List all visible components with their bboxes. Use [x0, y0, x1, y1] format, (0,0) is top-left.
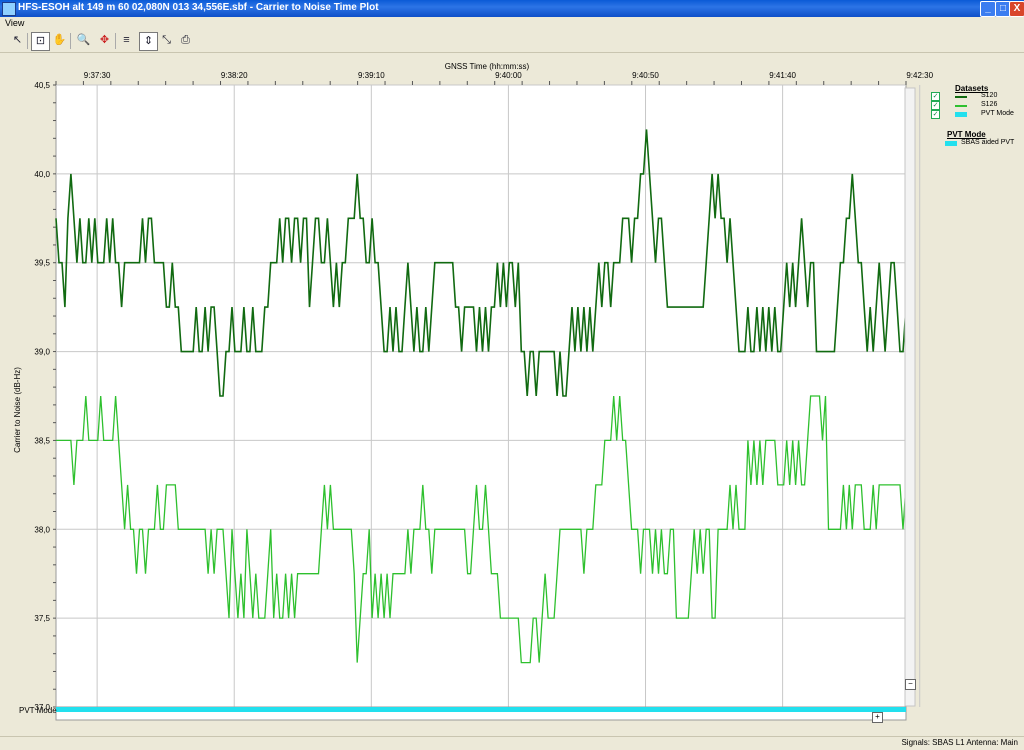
legend-label: S126 [981, 101, 998, 108]
x-tick-label: 9:42:30 [906, 71, 933, 80]
x-tick-label: 9:37:30 [84, 71, 111, 80]
y-tick-label: 39,0 [34, 348, 50, 357]
legend-swatch [955, 112, 967, 117]
y-tick-label: 38,5 [34, 436, 50, 445]
zoom-out-button[interactable]: − [905, 679, 916, 690]
y-axis-label: Carrier to Noise (dB-Hz) [13, 367, 22, 453]
add-button[interactable]: + [872, 712, 883, 723]
legend-pvt-title: PVT Mode [947, 130, 986, 139]
x-tick-label: 9:40:50 [632, 71, 659, 80]
legend-label: SBAS aided PVT [961, 139, 1015, 146]
y-tick-label: 40,5 [34, 81, 50, 90]
legend-label: S120 [981, 92, 998, 99]
x-axis-label: GNSS Time (hh:mm:ss) [445, 62, 530, 71]
legend-item-pvt-mode[interactable]: ✓ PVT Mode [925, 110, 1021, 120]
x-ticks: 9:37:30 9:38:20 9:39:10 9:40:00 9:40:50 9:41:… [55, 71, 934, 85]
checkbox-icon[interactable]: ✓ [931, 101, 940, 110]
x-tick-label: 9:38:20 [221, 71, 248, 80]
y-tick-label: 37,5 [34, 614, 50, 623]
x-tick-label: 9:41:40 [769, 71, 796, 80]
x-tick-label: 9:39:10 [358, 71, 385, 80]
checkbox-icon[interactable]: ✓ [931, 92, 940, 101]
pvt-row-label: PVT Mode [19, 706, 57, 715]
x-tick-label: 9:40:00 [495, 71, 522, 80]
legend-label: PVT Mode [981, 110, 1014, 117]
y-tick-label: 40,0 [34, 170, 50, 179]
status-bar: Signals: SBAS L1 Antenna: Main [0, 736, 1024, 750]
plot-area [55, 84, 907, 708]
y-ticks: 40,540,039,539,038,538,037,537,0 [34, 81, 56, 712]
legend-item-sbas: SBAS aided PVT [925, 139, 1021, 149]
vertical-scrollbar[interactable] [904, 87, 916, 707]
legend-swatch [955, 96, 967, 98]
status-text: Signals: SBAS L1 Antenna: Main [901, 738, 1018, 747]
y-tick-label: 39,5 [34, 259, 50, 268]
legend-swatch [955, 105, 967, 107]
y-tick-label: 38,0 [34, 525, 50, 534]
legend-swatch [945, 141, 957, 146]
checkbox-icon[interactable]: ✓ [931, 110, 940, 119]
chart-svg: 9:37:30 9:38:20 9:39:10 9:40:00 9:40:50 9:41:… [13, 62, 934, 721]
pvt-mode-bar [56, 707, 906, 712]
